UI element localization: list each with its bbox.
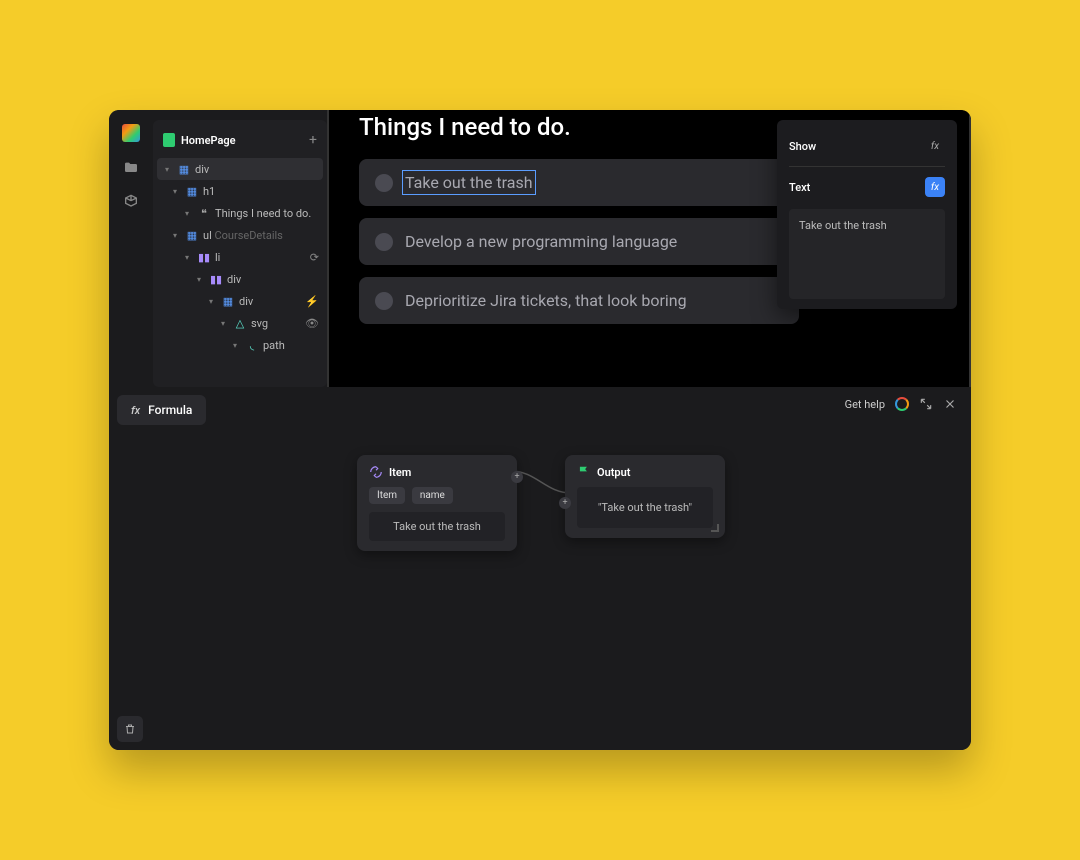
prop-text-row: Text fx: [789, 171, 945, 203]
add-button[interactable]: +: [309, 132, 317, 148]
output-port[interactable]: +: [511, 471, 523, 483]
help-button[interactable]: Get help: [845, 398, 885, 411]
fx-toggle-show[interactable]: fx: [925, 136, 945, 156]
formula-tab-label: Formula: [148, 403, 192, 417]
divider: [789, 166, 945, 167]
task-card[interactable]: Take out the trash: [359, 159, 799, 206]
sidebar-header: HomePage +: [153, 126, 327, 154]
input-port[interactable]: +: [559, 497, 571, 509]
prop-show-label: Show: [789, 140, 816, 153]
formula-canvas[interactable]: Item Item name Take out the trash + Outp…: [117, 425, 963, 728]
tree-row-div[interactable]: ▾▦div⚡: [153, 290, 327, 312]
checkbox-icon[interactable]: [375, 292, 393, 310]
trash-icon: [124, 723, 136, 735]
task-text: Develop a new programming language: [405, 232, 677, 251]
loop-icon: [369, 465, 383, 479]
task-text: Deprioritize Jira tickets, that look bor…: [405, 291, 687, 310]
tree-row-Things I need to do.[interactable]: ▾❝Things I need to do.: [153, 202, 327, 224]
tree-row-div[interactable]: ▾▦div: [157, 158, 323, 180]
element-tree: ▾▦div▾▦h1▾❝Things I need to do.▾▦ul Cour…: [153, 154, 327, 360]
checkbox-icon[interactable]: [375, 233, 393, 251]
tree-row-div[interactable]: ▾▮▮div: [153, 268, 327, 290]
top-section: HomePage + ▾▦div▾▦h1▾❝Things I need to d…: [109, 110, 971, 387]
fx-toggle-text[interactable]: fx: [925, 177, 945, 197]
cube-icon[interactable]: [123, 194, 139, 210]
output-node[interactable]: Output "Take out the trash" +: [565, 455, 725, 538]
page-icon: [163, 133, 175, 147]
panel-actions: Get help: [845, 397, 957, 411]
chip-item[interactable]: Item: [369, 487, 405, 504]
task-text: Take out the trash: [405, 173, 533, 192]
checkbox-icon[interactable]: [375, 174, 393, 192]
prop-show-row: Show fx: [789, 130, 945, 162]
task-card[interactable]: Develop a new programming language: [359, 218, 799, 265]
item-node-title: Item: [389, 466, 411, 479]
tree-row-li[interactable]: ▾▮▮li⟳: [153, 246, 327, 268]
tree-row-svg[interactable]: ▾△svg👁: [153, 312, 327, 334]
resize-handle[interactable]: [711, 524, 719, 532]
folder-icon[interactable]: [123, 160, 139, 176]
task-card[interactable]: Deprioritize Jira tickets, that look bor…: [359, 277, 799, 324]
item-node-value: Take out the trash: [369, 512, 505, 541]
prop-text-label: Text: [789, 181, 810, 194]
item-node[interactable]: Item Item name Take out the trash +: [357, 455, 517, 551]
chip-name[interactable]: name: [412, 487, 453, 504]
properties-panel: Show fx Text fx Take out the trash: [777, 120, 957, 309]
close-icon[interactable]: [943, 397, 957, 411]
tree-row-path[interactable]: ▾◟path: [153, 334, 327, 356]
left-rail: [109, 110, 153, 387]
delete-button[interactable]: [117, 716, 143, 742]
app-window: HomePage + ▾▦div▾▦h1▾❝Things I need to d…: [109, 110, 971, 750]
expand-icon[interactable]: [919, 397, 933, 411]
formula-tab[interactable]: fx Formula: [117, 395, 206, 425]
prop-text-value[interactable]: Take out the trash: [789, 209, 945, 299]
formula-panel: fx Formula Get help Item Item name Take …: [109, 387, 971, 750]
tree-row-ul[interactable]: ▾▦ul CourseDetails: [153, 224, 327, 246]
tree-row-h1[interactable]: ▾▦h1: [153, 180, 327, 202]
output-node-value[interactable]: "Take out the trash": [577, 487, 713, 528]
fx-icon: fx: [131, 404, 140, 417]
output-node-title: Output: [597, 466, 630, 479]
flag-icon: [577, 465, 591, 479]
help-icon[interactable]: [895, 397, 909, 411]
tree-sidebar: HomePage + ▾▦div▾▦h1▾❝Things I need to d…: [153, 120, 327, 387]
app-logo-icon[interactable]: [122, 124, 140, 142]
page-title: HomePage: [181, 134, 303, 147]
